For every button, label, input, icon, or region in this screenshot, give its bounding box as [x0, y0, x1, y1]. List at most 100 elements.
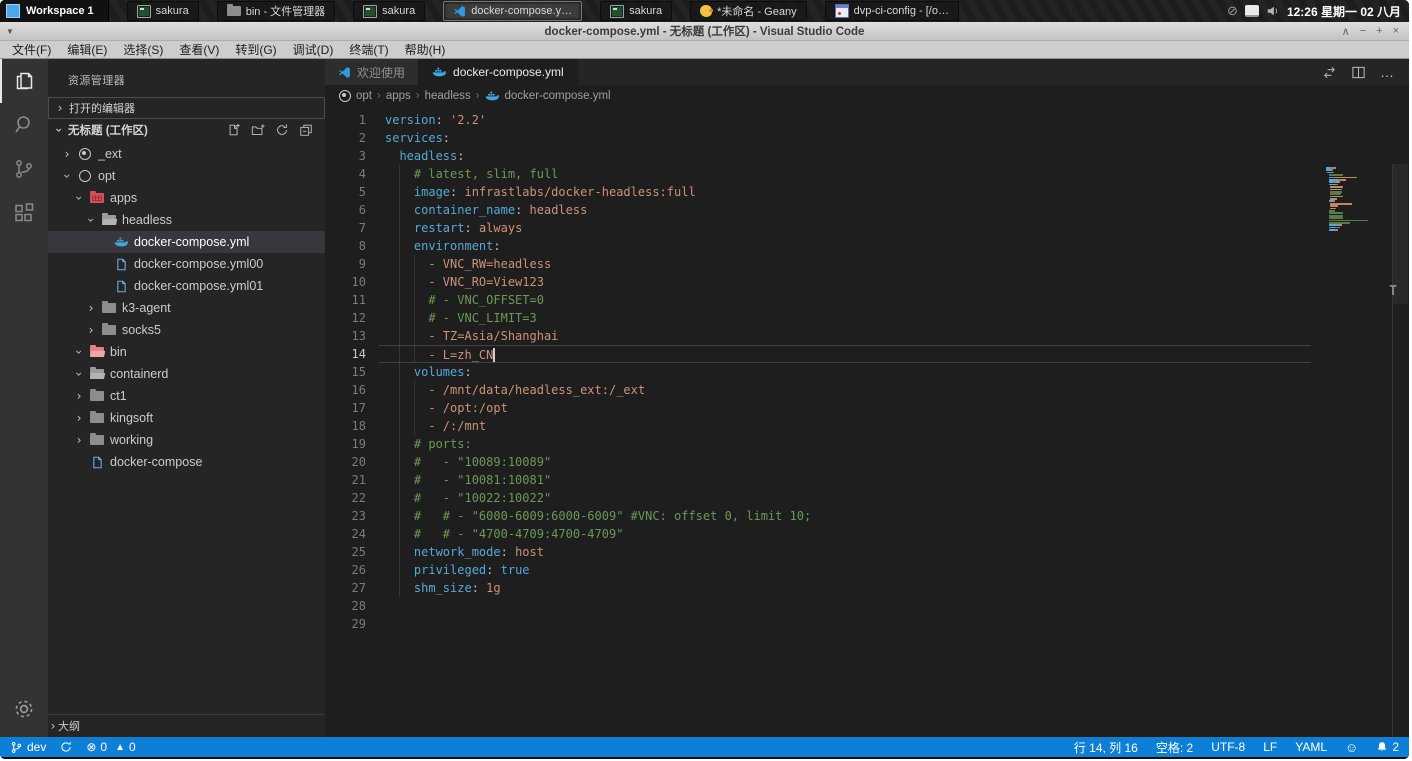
notifications-bell[interactable]: 2 [1376, 740, 1399, 754]
source-control-icon[interactable] [0, 147, 48, 191]
workspace-section[interactable]: › 无标题 (工作区) [48, 119, 325, 141]
minimap[interactable] [1326, 167, 1390, 236]
line-number[interactable]: 15 [325, 363, 379, 381]
line-number[interactable]: 10 [325, 273, 379, 291]
new-file-icon[interactable] [227, 123, 241, 137]
problems-indicator[interactable]: ⊗ 0 ▲ 0 [86, 740, 135, 754]
outline-section[interactable]: › 大纲 [48, 714, 325, 737]
more-actions-icon[interactable]: … [1380, 64, 1395, 80]
code-line[interactable]: # - "10081:10081" [379, 471, 1409, 489]
search-icon[interactable] [0, 103, 48, 147]
line-number[interactable]: 3 [325, 147, 379, 165]
code-line[interactable]: - /:/mnt [379, 417, 1409, 435]
code-line[interactable]: headless: [379, 147, 1409, 165]
taskbar-window-button[interactable]: sakura [600, 1, 672, 21]
line-number[interactable]: 7 [325, 219, 379, 237]
extensions-icon[interactable] [0, 191, 48, 235]
code-line[interactable]: version: '2.2' [379, 111, 1409, 129]
tree-item[interactable]: ›socks5 [48, 319, 325, 341]
tree-item[interactable]: ›ct1 [48, 385, 325, 407]
breadcrumb-item[interactable]: headless [425, 90, 471, 102]
breadcrumb-item[interactable]: apps [386, 90, 411, 102]
indentation-setting[interactable]: 空格: 2 [1156, 739, 1193, 756]
line-number[interactable]: 13 [325, 327, 379, 345]
eol-setting[interactable]: LF [1263, 740, 1277, 754]
code-line[interactable]: # # - "4700-4709:4700-4709" [379, 525, 1409, 543]
code-line[interactable]: volumes: [379, 363, 1409, 381]
line-number[interactable]: 2 [325, 129, 379, 147]
line-number[interactable]: 17 [325, 399, 379, 417]
code-line[interactable]: - /mnt/data/headless_ext:/_ext [379, 381, 1409, 399]
line-number[interactable]: 12 [325, 309, 379, 327]
menubar-item[interactable]: 转到(G) [227, 41, 284, 58]
line-number[interactable]: 8 [325, 237, 379, 255]
maximize-window-icon[interactable]: + [1376, 25, 1382, 38]
keyboard-tray-icon[interactable] [1245, 5, 1259, 17]
line-number[interactable]: 21 [325, 471, 379, 489]
line-number[interactable]: 18 [325, 417, 379, 435]
taskbar-window-button[interactable]: sakura [127, 1, 199, 21]
code-line[interactable]: - TZ=Asia/Shanghai [379, 327, 1409, 345]
menubar-item[interactable]: 编辑(E) [59, 41, 115, 58]
menubar-item[interactable]: 文件(F) [4, 41, 59, 58]
line-number[interactable]: 16 [325, 381, 379, 399]
split-editor-icon[interactable] [1351, 65, 1366, 80]
volume-icon[interactable] [1266, 4, 1280, 18]
code-line[interactable] [379, 597, 1409, 615]
tree-item[interactable]: docker-compose.yml00 [48, 253, 325, 275]
line-number[interactable]: 1 [325, 111, 379, 129]
line-number[interactable]: 25 [325, 543, 379, 561]
line-number[interactable]: 19 [325, 435, 379, 453]
code-line[interactable]: container_name: headless [379, 201, 1409, 219]
menubar-item[interactable]: 查看(V) [171, 41, 227, 58]
code-line[interactable]: network_mode: host [379, 543, 1409, 561]
line-number[interactable]: 26 [325, 561, 379, 579]
code-line[interactable]: environment: [379, 237, 1409, 255]
editor-tab[interactable]: 欢迎使用 [325, 59, 419, 85]
line-number[interactable]: 5 [325, 183, 379, 201]
language-mode[interactable]: YAML [1295, 740, 1327, 754]
tree-item[interactable]: ›opt [48, 165, 325, 187]
code-line[interactable]: # # - "6000-6009:6000-6009" #VNC: offset… [379, 507, 1409, 525]
close-window-icon[interactable]: × [1393, 25, 1399, 38]
menubar-item[interactable]: 终端(T) [341, 41, 396, 58]
code-line[interactable]: - /opt:/opt [379, 399, 1409, 417]
code-line[interactable]: - VNC_RW=headless [379, 255, 1409, 273]
code-surface[interactable]: version: '2.2'services: headless: # late… [379, 107, 1409, 737]
open-editors-section[interactable]: › 打开的编辑器 [48, 97, 325, 119]
branch-indicator[interactable]: dev [10, 740, 46, 754]
tree-item[interactable]: ›k3-agent [48, 297, 325, 319]
code-line[interactable]: image: infrastlabs/docker-headless:full [379, 183, 1409, 201]
menubar-item[interactable]: 调试(D) [285, 41, 342, 58]
taskbar-window-button[interactable]: bin - 文件管理器 [217, 1, 335, 21]
line-number[interactable]: 23 [325, 507, 379, 525]
code-line[interactable]: - VNC_RO=View123 [379, 273, 1409, 291]
tree-item[interactable]: ›_ext [48, 143, 325, 165]
line-number[interactable]: 20 [325, 453, 379, 471]
code-line[interactable]: shm_size: 1g [379, 579, 1409, 597]
tree-item[interactable]: ›headless [48, 209, 325, 231]
line-number[interactable]: 28 [325, 597, 379, 615]
tree-item[interactable]: docker-compose [48, 451, 325, 473]
code-line[interactable]: # ports: [379, 435, 1409, 453]
refresh-icon[interactable] [275, 123, 289, 137]
line-number[interactable]: 27 [325, 579, 379, 597]
tree-item[interactable]: ›bin [48, 341, 325, 363]
menubar-item[interactable]: 帮助(H) [397, 41, 454, 58]
tree-item[interactable]: ›apps [48, 187, 325, 209]
code-line[interactable]: - L=zh_CN [379, 345, 1311, 363]
editor-tab[interactable]: docker-compose.yml [419, 59, 578, 85]
tree-item[interactable]: docker-compose.yml [48, 231, 325, 253]
breadcrumb-item[interactable]: docker-compose.yml [505, 90, 611, 102]
shade-window-icon[interactable]: ∧ [1342, 25, 1350, 38]
tree-item[interactable]: ›containerd [48, 363, 325, 385]
line-number[interactable]: 11 [325, 291, 379, 309]
code-line[interactable]: # - VNC_LIMIT=3 [379, 309, 1409, 327]
minimize-window-icon[interactable]: − [1360, 25, 1366, 38]
tree-item[interactable]: ›kingsoft [48, 407, 325, 429]
line-number[interactable]: 9 [325, 255, 379, 273]
feedback-smiley-icon[interactable]: ☺ [1345, 740, 1358, 755]
sync-button[interactable] [60, 741, 72, 753]
scrollbar-slider[interactable] [1393, 164, 1408, 304]
no-entry-tray-icon[interactable]: ⊘ [1227, 3, 1238, 19]
